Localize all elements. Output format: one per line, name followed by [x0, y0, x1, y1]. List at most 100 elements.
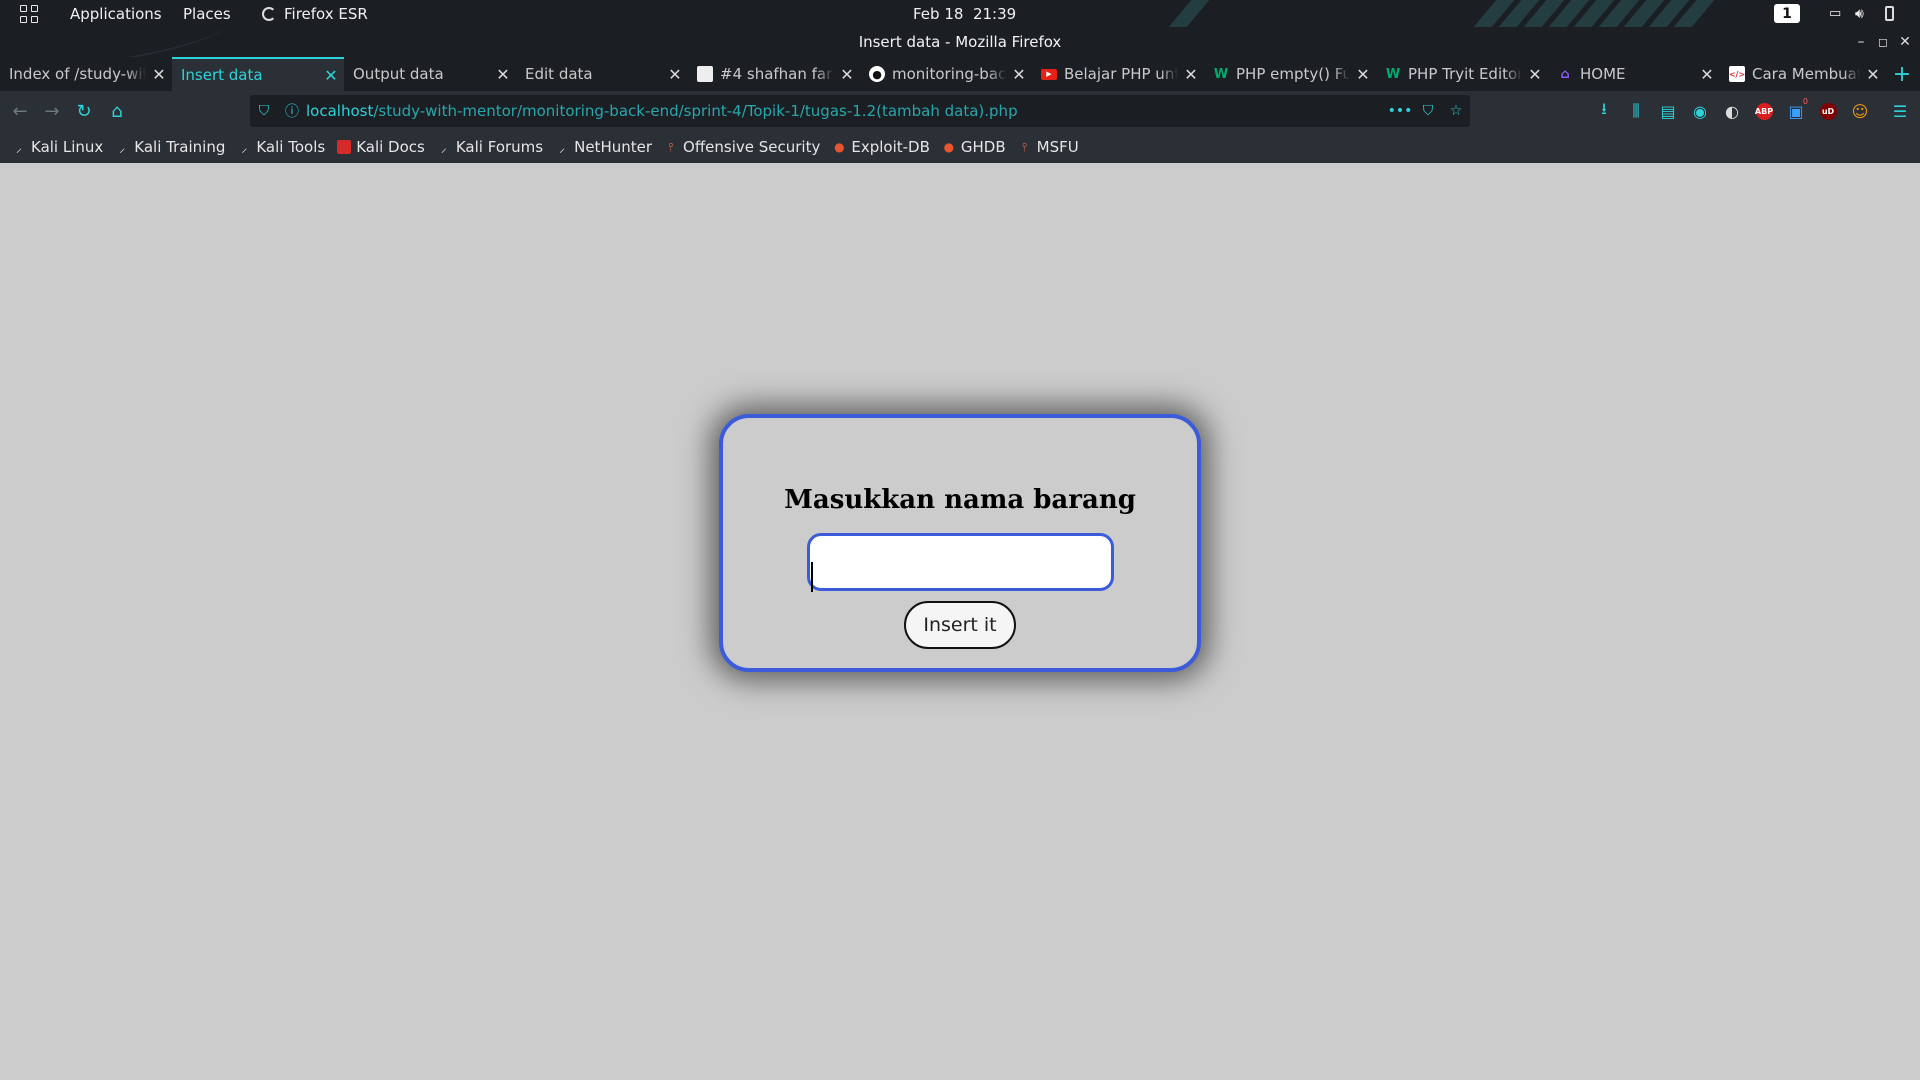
tab-index-of-study[interactable]: Index of /study-with-mentor ✕ — [0, 57, 172, 91]
tab-home[interactable]: ⌂ HOME ✕ — [1548, 57, 1720, 91]
kali-dragon-watermark — [0, 27, 232, 57]
bookmark-ghdb[interactable]: ● GHDB — [942, 138, 1006, 156]
tab-monitoring-back-end[interactable]: ● monitoring-back-end ✕ — [860, 57, 1032, 91]
workspace-number: 1 — [1774, 4, 1800, 23]
bookmark-label: NetHunter — [574, 138, 653, 156]
bookmark-exploit-db[interactable]: ● Exploit-DB — [832, 138, 930, 156]
bookmark-label: Kali Linux — [31, 138, 104, 156]
close-window-icon[interactable]: ✕ — [1894, 27, 1916, 57]
bookmark-msfu[interactable]: ⫯ MSFU — [1018, 138, 1079, 156]
close-tab-icon[interactable]: ✕ — [318, 66, 344, 85]
close-tab-icon[interactable]: ✕ — [1522, 65, 1548, 84]
close-tab-icon[interactable]: ✕ — [834, 65, 860, 84]
tab-label: Insert data — [181, 66, 263, 84]
tab-edit-data[interactable]: Edit data ✕ — [516, 57, 688, 91]
library-icon[interactable]: ⫼ — [1624, 91, 1648, 131]
tab-label: PHP empty() Function — [1236, 65, 1350, 83]
bookmark-label: Kali Training — [134, 138, 226, 156]
bookmark-kali-tools[interactable]: ⸝ Kali Tools — [237, 138, 325, 156]
bookmark-kali-linux[interactable]: ⸝ Kali Linux — [12, 138, 103, 156]
notification-extension-icon[interactable]: ▣ 0 — [1784, 91, 1808, 131]
battery-icon[interactable] — [1885, 0, 1894, 27]
tab-label: HOME — [1580, 65, 1626, 83]
app-grid-button[interactable] — [20, 0, 38, 27]
kali-dragon-icon: ⸝ — [119, 140, 126, 155]
bookmark-kali-forums[interactable]: ⸝ Kali Forums — [437, 138, 543, 156]
forward-button[interactable]: → — [38, 91, 66, 131]
new-tab-button[interactable]: + — [1890, 57, 1914, 91]
close-tab-icon[interactable]: ✕ — [1860, 65, 1886, 84]
close-tab-icon[interactable]: ✕ — [1178, 65, 1204, 84]
site-info-icon[interactable]: ⓘ — [278, 101, 306, 121]
bookmark-kali-training[interactable]: ⸝ Kali Training — [115, 138, 225, 156]
bookmark-nethunter[interactable]: ⸝ NetHunter — [555, 138, 652, 156]
volume-icon[interactable]: 🔊︎ — [1855, 0, 1864, 27]
adblock-plus-badge: ABP — [1755, 102, 1773, 120]
close-tab-icon[interactable]: ✕ — [1694, 65, 1720, 84]
sidebar-icon[interactable]: ▤ — [1656, 91, 1680, 131]
firefox-app-menu[interactable]: Firefox ESR — [262, 0, 368, 27]
reload-button[interactable]: ↻ — [70, 91, 98, 131]
tab-label: monitoring-back-end — [892, 65, 1006, 83]
close-tab-icon[interactable]: ✕ — [1350, 65, 1376, 84]
forward-arrow-icon: → — [44, 100, 60, 122]
back-button[interactable]: ← — [6, 91, 34, 131]
close-tab-icon[interactable]: ✕ — [146, 65, 172, 84]
downloads-icon[interactable]: ⭳ — [1592, 91, 1616, 131]
tab-output-data[interactable]: Output data ✕ — [344, 57, 516, 91]
reload-icon: ↻ — [76, 100, 92, 122]
bookmark-star-icon[interactable]: ☆ — [1442, 103, 1470, 119]
adblock-plus-icon[interactable]: ABP — [1752, 91, 1776, 131]
ublock-icon[interactable]: uD — [1816, 91, 1840, 131]
item-name-input[interactable] — [806, 533, 1114, 591]
tab-label: Index of /study-with-mentor — [9, 65, 146, 83]
close-tab-icon[interactable]: ✕ — [662, 65, 688, 84]
wallpaper-stripe — [1168, 0, 1210, 27]
applications-menu[interactable]: Applications — [70, 0, 162, 27]
workspace-indicator[interactable]: 1 — [1774, 0, 1800, 27]
exploit-db-icon: ● — [834, 140, 845, 154]
github-icon: ● — [869, 66, 885, 82]
address-bar[interactable]: ⛉ ⓘ localhost/study-with-mentor/monitori… — [250, 95, 1470, 127]
kali-dragon-icon: ⸝ — [440, 140, 447, 155]
tab-php-empty-function[interactable]: W PHP empty() Function ✕ — [1204, 57, 1376, 91]
tab-cara-membuat[interactable]: </> Cara Membuat F ✕ — [1720, 57, 1886, 91]
text-caret — [811, 562, 813, 592]
tab-belajar-php[interactable]: ▶ Belajar PHP untuk ✕ — [1032, 57, 1204, 91]
insert-form-card: Masukkan nama barang Insert it — [719, 414, 1201, 672]
home-icon: ⌂ — [1560, 66, 1570, 82]
tab-insert-data[interactable]: Insert data ✕ — [172, 57, 344, 91]
plus-icon: + — [1892, 61, 1912, 87]
pocket-icon[interactable]: ⛉ — [1414, 103, 1442, 119]
close-tab-icon[interactable]: ✕ — [490, 65, 516, 84]
offsec-icon: ⫯ — [1022, 139, 1028, 154]
tab-shafhan-farizi[interactable]: #4 shafhan farizi ✕ — [688, 57, 860, 91]
extension-icon[interactable]: ◐ — [1720, 91, 1744, 131]
kali-dragon-icon: ⸝ — [241, 140, 248, 155]
window-titlebar: Insert data - Mozilla Firefox – ◻ ✕ — [0, 27, 1920, 57]
home-icon: ⌂ — [111, 100, 123, 122]
code-icon: </> — [1729, 66, 1745, 82]
insert-it-button[interactable]: Insert it — [904, 601, 1016, 649]
bookmark-label: Exploit-DB — [851, 138, 930, 156]
hamburger-menu-icon[interactable]: ☰ — [1888, 91, 1912, 131]
account-icon[interactable]: ◉ — [1688, 91, 1712, 131]
bookmark-kali-docs[interactable]: Kali Docs — [337, 138, 425, 156]
display-icon[interactable]: ▭ — [1829, 0, 1841, 27]
close-tab-icon[interactable]: ✕ — [1006, 65, 1032, 84]
offsec-icon: ⫯ — [668, 139, 674, 154]
places-menu[interactable]: Places — [183, 0, 231, 27]
extension-face-icon[interactable]: ☺ — [1848, 91, 1872, 131]
tab-label: PHP Tryit Editor — [1408, 65, 1522, 83]
page-actions-icon[interactable]: ••• — [1386, 103, 1414, 119]
maximize-icon[interactable]: ◻ — [1872, 27, 1894, 57]
clock[interactable]: Feb 18 21:39 — [913, 0, 1016, 27]
bookmark-label: Kali Forums — [455, 138, 544, 156]
minimize-icon[interactable]: – — [1850, 27, 1872, 57]
url-path: /study-with-mentor/monitoring-back-end/s… — [373, 102, 1018, 120]
home-button[interactable]: ⌂ — [103, 91, 131, 131]
tab-php-tryit-editor[interactable]: W PHP Tryit Editor ✕ — [1376, 57, 1548, 91]
bookmark-offensive-security[interactable]: ⫯ Offensive Security — [664, 138, 820, 156]
app-grid-icon — [20, 4, 38, 23]
tracking-shield-icon[interactable]: ⛉ — [250, 103, 278, 119]
